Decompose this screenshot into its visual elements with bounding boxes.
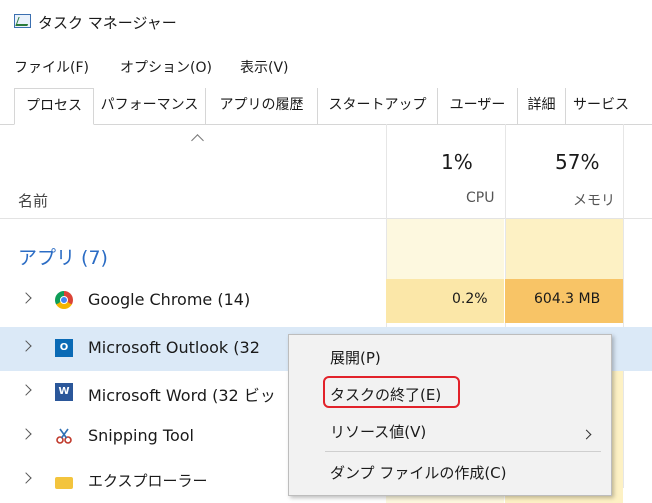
memory-heat-cell: [505, 219, 623, 263]
menu-item-expand[interactable]: 展開(P): [330, 347, 381, 368]
expand-chevron-icon[interactable]: [20, 384, 32, 396]
process-name: Microsoft Word (32 ビッ: [88, 386, 276, 405]
cpu-total-percent: 1%: [441, 150, 473, 174]
group-apps-label[interactable]: アプリ (7): [18, 243, 108, 270]
outlook-icon: O: [55, 339, 73, 357]
menu-view[interactable]: 表示(V): [240, 57, 289, 77]
menu-item-create-dump[interactable]: ダンプ ファイルの作成(C): [330, 462, 507, 483]
memory-value: 604.3 MB: [534, 291, 601, 307]
menu-options[interactable]: オプション(O): [120, 57, 212, 77]
snipping-tool-icon: [56, 428, 72, 444]
task-manager-icon: [14, 14, 31, 28]
menu-separator: [325, 451, 601, 452]
tab-bar: プロセス パフォーマンス アプリの履歴 スタートアップ ユーザー 詳細 サービス: [0, 88, 652, 125]
tab-app-history[interactable]: アプリの履歴: [206, 88, 318, 124]
expand-chevron-icon[interactable]: [20, 340, 32, 352]
expand-chevron-icon[interactable]: [20, 292, 32, 304]
expand-chevron-icon[interactable]: [20, 428, 32, 440]
cpu-heat-cell: [386, 263, 504, 279]
menu-bar: ファイル(F) オプション(O) 表示(V): [0, 52, 652, 78]
tab-services[interactable]: サービス: [566, 88, 636, 124]
title-bar: タスク マネージャー: [0, 0, 652, 42]
expand-chevron-icon[interactable]: [20, 472, 32, 484]
memory-heat-cell: [505, 263, 623, 279]
memory-total-percent: 57%: [555, 150, 600, 174]
context-menu: 展開(P) タスクの終了(E) リソース値(V) ダンプ ファイルの作成(C): [288, 334, 612, 496]
chrome-icon: [55, 291, 73, 309]
tab-processes[interactable]: プロセス: [14, 88, 94, 125]
tab-performance[interactable]: パフォーマンス: [94, 88, 206, 124]
menu-item-resource-values[interactable]: リソース値(V): [330, 421, 426, 442]
column-name[interactable]: 名前: [18, 190, 48, 211]
cpu-value: 0.2%: [452, 291, 488, 307]
explorer-icon: [55, 477, 73, 489]
column-memory[interactable]: メモリ: [573, 190, 615, 210]
column-cpu[interactable]: CPU: [466, 190, 494, 206]
tab-users[interactable]: ユーザー: [438, 88, 518, 124]
process-name: Snipping Tool: [88, 426, 194, 445]
process-name: Microsoft Outlook (32: [88, 338, 260, 357]
cpu-heat-cell: [386, 219, 504, 263]
table-row[interactable]: Google Chrome (14) 0.2% 604.3 MB: [0, 279, 652, 323]
word-icon: W: [55, 383, 73, 401]
menu-file[interactable]: ファイル(F): [14, 57, 89, 77]
process-name: Google Chrome (14): [88, 290, 251, 309]
tab-details[interactable]: 詳細: [518, 88, 566, 124]
tab-startup[interactable]: スタートアップ: [318, 88, 438, 124]
window-title: タスク マネージャー: [38, 14, 177, 32]
highlight-outline: [323, 376, 460, 408]
